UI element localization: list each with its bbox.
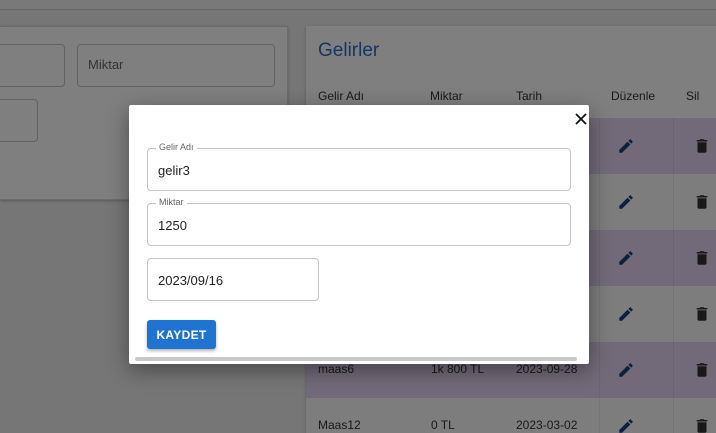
- date-value: 2023/09/16: [158, 273, 224, 288]
- save-button[interactable]: KAYDET: [147, 320, 216, 349]
- amount-label: Miktar: [156, 197, 187, 207]
- income-name-field[interactable]: Gelir Adı gelir3: [147, 142, 571, 191]
- horizontal-scrollbar[interactable]: [135, 357, 577, 361]
- income-name-label: Gelir Adı: [156, 142, 197, 152]
- income-name-value: gelir3: [158, 163, 190, 178]
- amount-field[interactable]: Miktar 1250: [147, 197, 571, 246]
- amount-value: 1250: [158, 218, 187, 233]
- edit-income-dialog: Gelir Adı gelir3 Miktar 1250 2023/09/16 …: [129, 105, 589, 364]
- close-icon[interactable]: [573, 111, 589, 127]
- date-field[interactable]: 2023/09/16: [147, 258, 319, 301]
